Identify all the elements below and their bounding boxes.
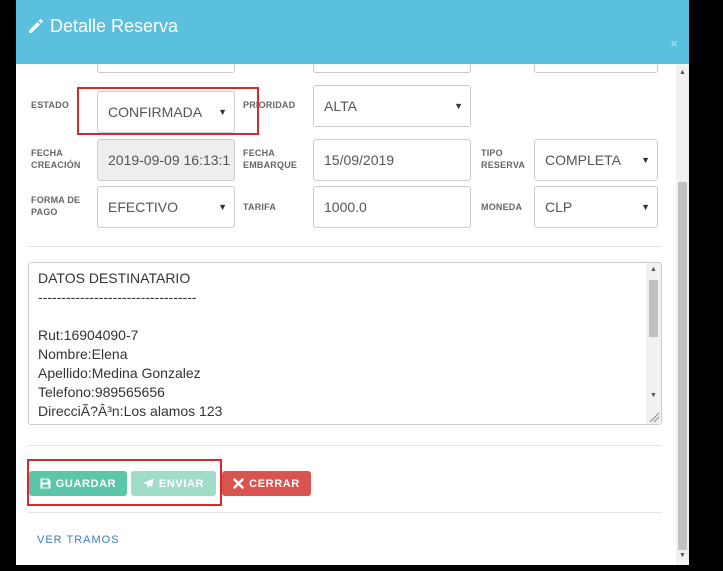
tipo-reserva-label-line2: RESERVA (481, 160, 526, 170)
enviar-button[interactable]: ENVIAR (131, 471, 216, 496)
fecha-creacion-field[interactable]: 2019-09-09 16:13:1 (97, 139, 235, 181)
tarifa-value: 1000.0 (324, 199, 367, 215)
chevron-down-icon: ▼ (218, 107, 227, 117)
fecha-creacion-label: FECHA CREACIÓN (31, 147, 81, 171)
pencil-icon (29, 19, 43, 33)
prioridad-select[interactable]: ALTA ▼ (313, 85, 471, 127)
tipo-reserva-label: TIPO RESERVA (481, 147, 525, 171)
forma-pago-label-line1: FORMA DE (31, 195, 81, 205)
fecha-creacion-label-line1: FECHA (31, 148, 63, 158)
guardar-button[interactable]: GUARDAR (29, 471, 127, 496)
scroll-up-icon[interactable]: ▲ (646, 263, 661, 277)
guardar-label: GUARDAR (55, 477, 117, 490)
prioridad-label: PRIORIDAD (243, 100, 296, 110)
prioridad-value: ALTA (324, 98, 357, 114)
notes-line (38, 307, 222, 326)
save-icon (40, 478, 51, 489)
ver-tramos-link[interactable]: VER TRAMOS (37, 534, 120, 546)
scroll-down-icon[interactable]: ▼ (676, 549, 689, 563)
divider (28, 445, 662, 446)
scrolled-field-1 (97, 64, 235, 73)
reservation-modal: Detalle Reserva × ESTADO CONFIRMADA ▼ PR… (16, 0, 689, 565)
resize-grip-icon[interactable] (647, 410, 660, 423)
textarea-scroll-thumb[interactable] (649, 280, 658, 337)
notes-line: Apellido:Medina Gonzalez (38, 365, 201, 381)
forma-pago-value: EFECTIVO (108, 199, 179, 215)
textarea-scrollbar[interactable]: ▲ ▼ (646, 263, 661, 424)
modal-header: Detalle Reserva × (16, 0, 689, 64)
close-icon[interactable]: × (670, 36, 678, 51)
tipo-reserva-label-line1: TIPO (481, 148, 503, 158)
fecha-embarque-label-line1: FECHA (243, 148, 275, 158)
cerrar-label: CERRAR (249, 477, 300, 490)
notes-line: Nombre:Elena (38, 346, 128, 362)
modal-title-wrap: Detalle Reserva (27, 14, 178, 38)
scroll-down-icon[interactable]: ▼ (646, 389, 661, 403)
modal-scroll-thumb[interactable] (678, 182, 687, 550)
fecha-creacion-value: 2019-09-09 16:13:1 (108, 152, 231, 168)
chevron-down-icon: ▼ (454, 101, 463, 111)
scroll-up-icon[interactable]: ▲ (676, 66, 689, 80)
tipo-reserva-value: COMPLETA (545, 152, 621, 168)
modal-title: Detalle Reserva (50, 16, 179, 36)
notes-textarea[interactable]: DATOS DESTINATARIO ---------------------… (28, 262, 662, 425)
chevron-down-icon: ▼ (218, 202, 227, 212)
enviar-label: ENVIAR (158, 477, 205, 490)
forma-pago-label-line2: PAGO (31, 207, 58, 217)
fecha-embarque-label-line2: EMBARQUE (243, 160, 298, 170)
tarifa-label: TARIFA (243, 202, 277, 212)
scrolled-field-3 (534, 64, 658, 73)
cerrar-button[interactable]: CERRAR (222, 471, 311, 496)
divider (28, 246, 662, 247)
moneda-select[interactable]: CLP ▼ (534, 186, 658, 228)
notes-line: Rut:16904090-7 (38, 327, 139, 343)
notes-line: DATOS DESTINATARIO (38, 270, 191, 286)
fecha-embarque-value: 15/09/2019 (324, 152, 395, 168)
chevron-down-icon: ▼ (641, 202, 650, 212)
divider (28, 512, 662, 513)
moneda-label: MONEDA (481, 202, 523, 212)
notes-line: DirecciÃ?Â³n:Los alamos 123 (38, 403, 223, 419)
x-icon (233, 478, 244, 489)
notes-text: DATOS DESTINATARIO ---------------------… (38, 269, 222, 421)
tarifa-field[interactable]: 1000.0 (313, 186, 471, 228)
fecha-embarque-label: FECHA EMBARQUE (243, 147, 297, 171)
notes-line: Telefono:989565656 (38, 384, 165, 400)
notes-line: ---------------------------------- (38, 289, 197, 305)
send-icon (143, 478, 154, 489)
modal-scrollbar[interactable]: ▲ ▼ (676, 64, 689, 565)
scrolled-field-2 (313, 64, 471, 73)
moneda-value: CLP (545, 199, 573, 215)
chevron-down-icon: ▼ (641, 155, 650, 165)
forma-pago-label: FORMA DE PAGO (31, 194, 80, 218)
estado-value: CONFIRMADA (108, 104, 203, 120)
estado-select[interactable]: CONFIRMADA ▼ (97, 91, 235, 133)
fecha-creacion-label-line2: CREACIÓN (31, 160, 81, 170)
tipo-reserva-select[interactable]: COMPLETA ▼ (534, 139, 658, 181)
fecha-embarque-field[interactable]: 15/09/2019 (313, 139, 471, 181)
estado-label: ESTADO (31, 100, 70, 110)
forma-pago-select[interactable]: EFECTIVO ▼ (97, 186, 235, 228)
